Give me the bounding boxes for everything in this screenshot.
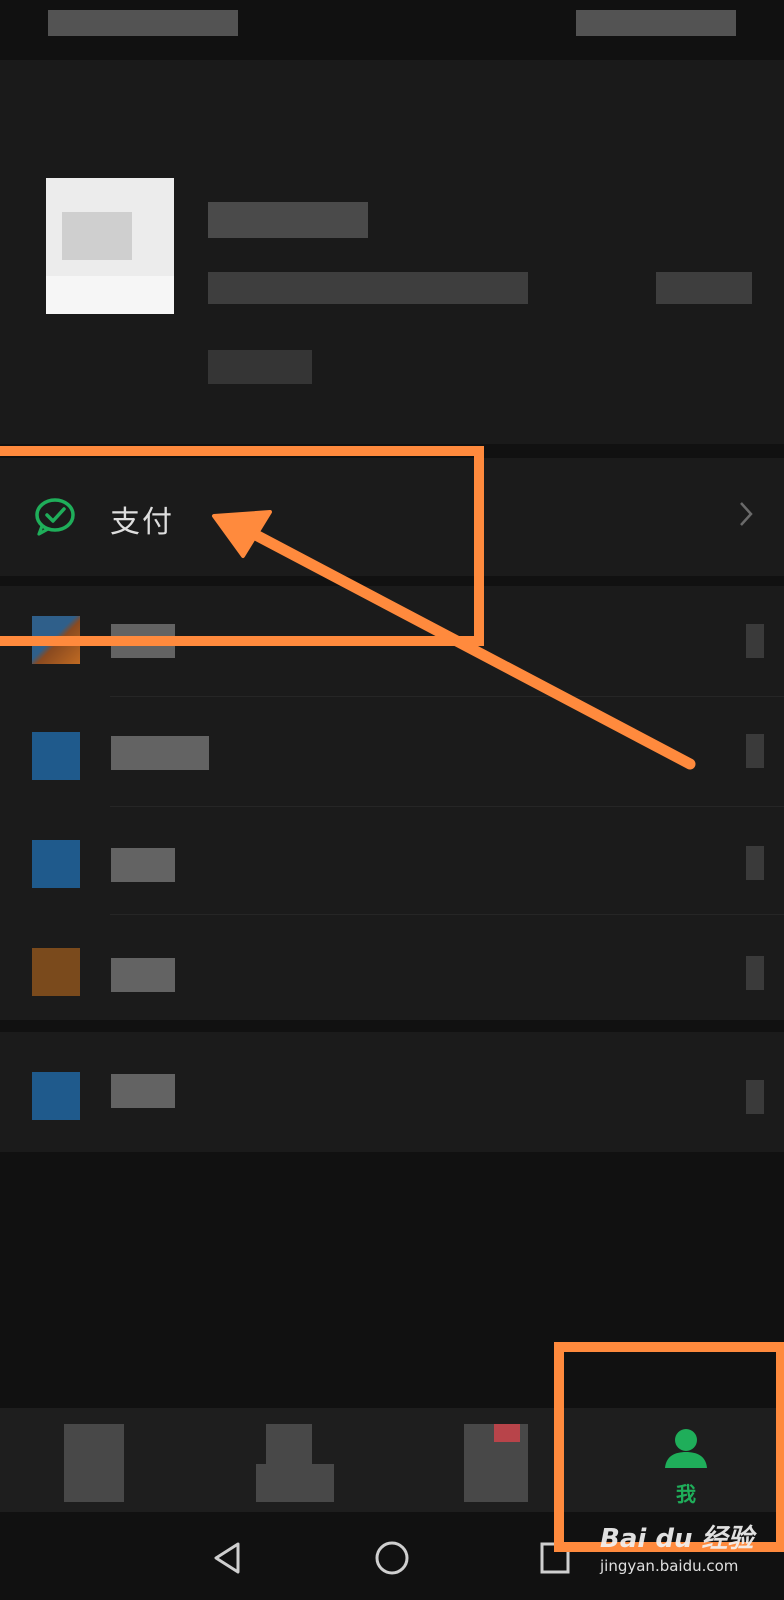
watermark-brand: Bai du 经验 — [600, 1524, 754, 1554]
watermark-url: jingyan.baidu.com — [600, 1557, 739, 1575]
annotation-arrow — [212, 510, 696, 770]
watermark: Bai du 经验 jingyan.baidu.com — [600, 1518, 754, 1575]
